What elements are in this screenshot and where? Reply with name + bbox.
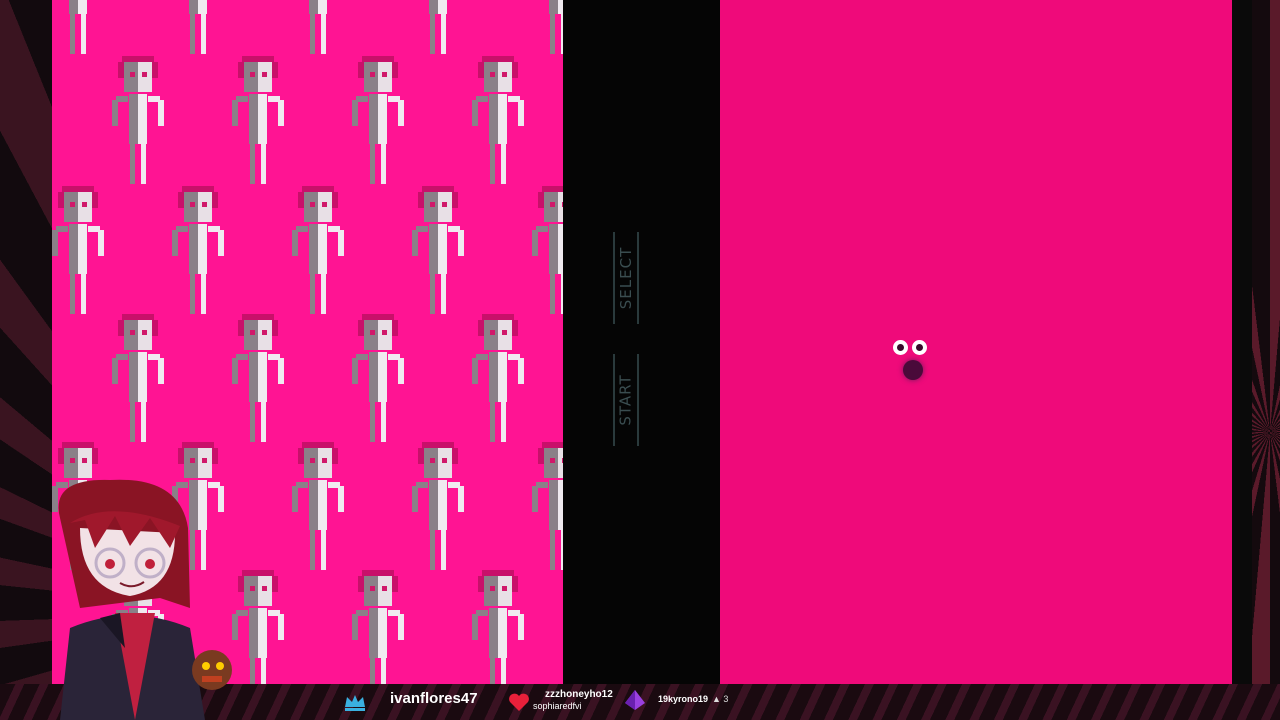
figure-row-4 bbox=[112, 314, 524, 442]
heart-icon bbox=[509, 693, 529, 711]
character-eyes bbox=[893, 340, 933, 385]
crown-icon bbox=[345, 695, 365, 711]
start-button[interactable]: START bbox=[613, 354, 639, 446]
top-cheer-name: 19kyrono19 bbox=[658, 694, 709, 704]
latest-sub-name: ivanflores47 bbox=[390, 690, 478, 707]
figure-row-2 bbox=[112, 56, 524, 184]
top-cheer-count: ▲ 3 bbox=[712, 694, 729, 704]
figure-row-1 bbox=[52, 0, 563, 54]
start-button-label: START bbox=[617, 374, 635, 426]
streamer-avatar bbox=[58, 479, 232, 720]
right-screen-border bbox=[1232, 0, 1252, 684]
right-game-screen bbox=[720, 0, 1232, 684]
figure-row-3 bbox=[52, 186, 563, 314]
console-strip: SELECT START bbox=[563, 0, 720, 684]
gem-icon bbox=[625, 690, 645, 710]
select-button[interactable]: SELECT bbox=[613, 232, 639, 324]
select-button-label: SELECT bbox=[617, 246, 636, 310]
right-eye bbox=[912, 340, 927, 355]
left-eye bbox=[893, 340, 908, 355]
shadow-blob bbox=[903, 360, 923, 380]
latest-follower-name: zzzhoneyho12 bbox=[545, 689, 613, 700]
latest-follower-sub: sophiaredfvi bbox=[533, 701, 582, 711]
